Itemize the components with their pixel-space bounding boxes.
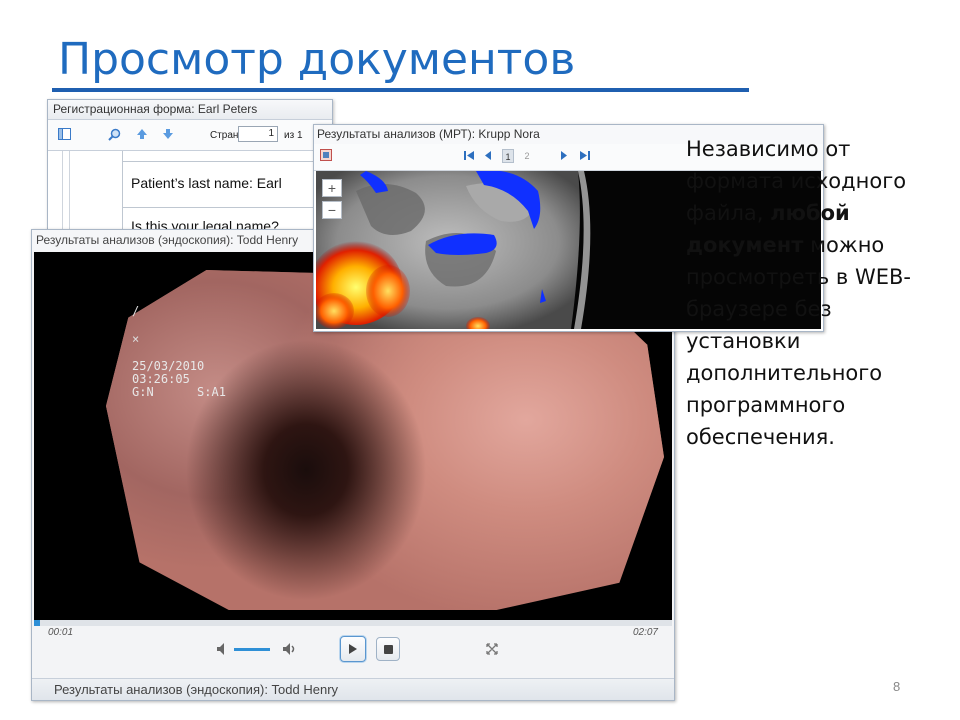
document-toolbar: Страница: 1 из 1	[48, 120, 332, 151]
video-progress-bar[interactable]	[34, 620, 672, 626]
document-viewer-title: Регистрационная форма: Earl Peters	[48, 100, 332, 120]
last-page-icon[interactable]	[579, 150, 590, 164]
prev-page-icon[interactable]	[484, 150, 492, 164]
page-count: из 1	[284, 130, 303, 141]
zoom-in-button[interactable]: +	[322, 179, 342, 197]
overlay-mark: ×	[132, 332, 140, 346]
volume-max-icon[interactable]	[282, 642, 298, 656]
description-text: Независимо от формата исходного файла, л…	[686, 133, 936, 453]
volume-icon[interactable]	[216, 642, 230, 656]
form-divider	[123, 161, 332, 162]
endoscopy-footer-title: Результаты анализов (эндоскопия): Todd H…	[32, 678, 674, 700]
slide-title: Просмотр документов	[58, 34, 576, 85]
sidebar-toggle-icon[interactable]	[58, 128, 71, 142]
description-part2: можно просмотреть в WEB-браузере без уст…	[686, 233, 911, 449]
volume-slider[interactable]	[234, 648, 270, 651]
video-controls	[32, 634, 674, 668]
play-button[interactable]	[340, 636, 366, 662]
stop-icon	[383, 644, 393, 654]
video-progress-fill	[34, 620, 41, 626]
page-button-2[interactable]: 2	[521, 149, 533, 163]
stop-button[interactable]	[376, 637, 400, 661]
slide-number: 8	[893, 679, 901, 694]
first-page-icon[interactable]	[464, 150, 475, 164]
play-icon	[349, 644, 357, 654]
page-number-input[interactable]: 1	[238, 126, 278, 142]
overlay-mark: /	[132, 304, 140, 318]
title-underline	[52, 88, 749, 92]
arrow-up-icon[interactable]	[136, 128, 148, 142]
form-divider	[123, 207, 332, 208]
search-icon[interactable]	[108, 128, 121, 143]
zoom-out-button[interactable]: −	[322, 201, 342, 219]
fullscreen-icon[interactable]	[486, 643, 498, 655]
next-page-icon[interactable]	[560, 150, 568, 164]
page-button-1[interactable]: 1	[502, 149, 514, 163]
arrow-down-icon[interactable]	[162, 128, 174, 142]
form-field-last-name: Patient’s last name: Earl	[131, 175, 282, 191]
video-overlay-text: 25/03/2010 03:26:05 G:N S:A1	[132, 359, 226, 399]
mri-tool-icon[interactable]	[320, 149, 332, 164]
